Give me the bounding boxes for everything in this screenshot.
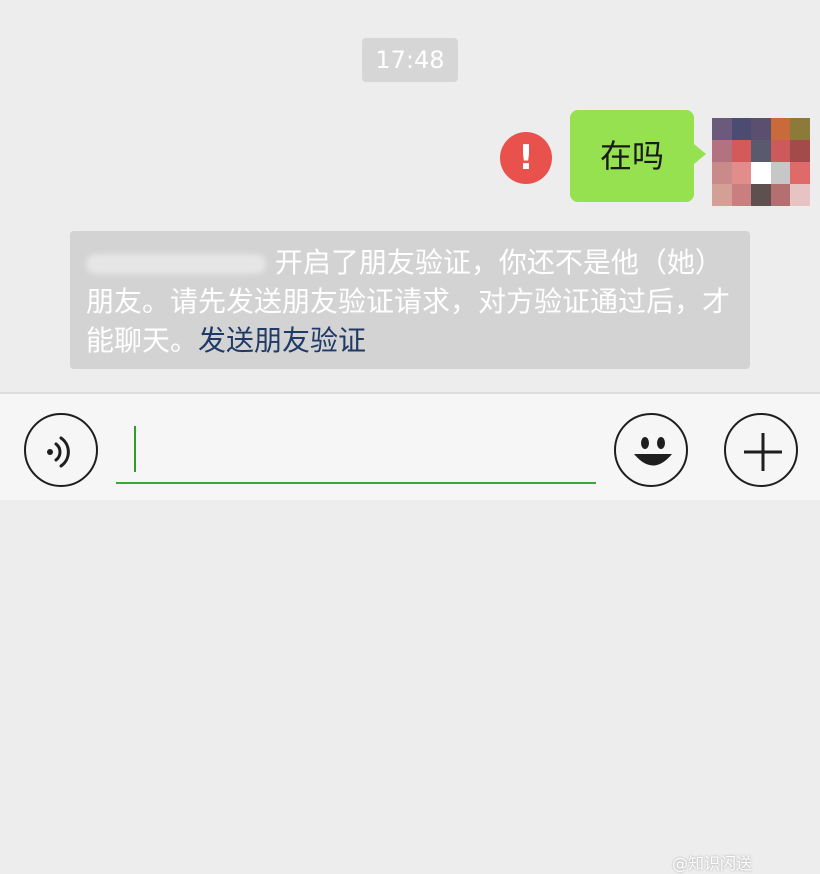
- send-failed-icon[interactable]: !: [500, 132, 552, 184]
- avatar[interactable]: [712, 118, 810, 206]
- watermark: @知识闪送: [672, 854, 753, 873]
- message-input[interactable]: [116, 422, 596, 484]
- voice-icon: [47, 436, 70, 468]
- voice-button[interactable]: [24, 413, 98, 487]
- input-bar: @知识闪送: [0, 394, 820, 873]
- contact-name-blurred: [86, 254, 266, 274]
- chat-area: 17:48 ! 在吗 开启了朋友验证，你还不是他（她）朋友。请先发送朋友验证请求…: [0, 0, 820, 392]
- message-row: ! 在吗: [0, 110, 820, 206]
- smiley-icon: [634, 437, 672, 466]
- emoji-button[interactable]: [614, 413, 688, 487]
- plus-icon: [744, 433, 782, 471]
- more-button[interactable]: [724, 413, 798, 487]
- system-notice: 开启了朋友验证，你还不是他（她）朋友。请先发送朋友验证请求，对方验证通过后，才能…: [70, 231, 750, 369]
- text-cursor: [134, 426, 136, 472]
- send-verification-link[interactable]: 发送朋友验证: [198, 324, 366, 357]
- message-bubble[interactable]: 在吗: [570, 110, 706, 202]
- timestamp: 17:48: [362, 38, 458, 82]
